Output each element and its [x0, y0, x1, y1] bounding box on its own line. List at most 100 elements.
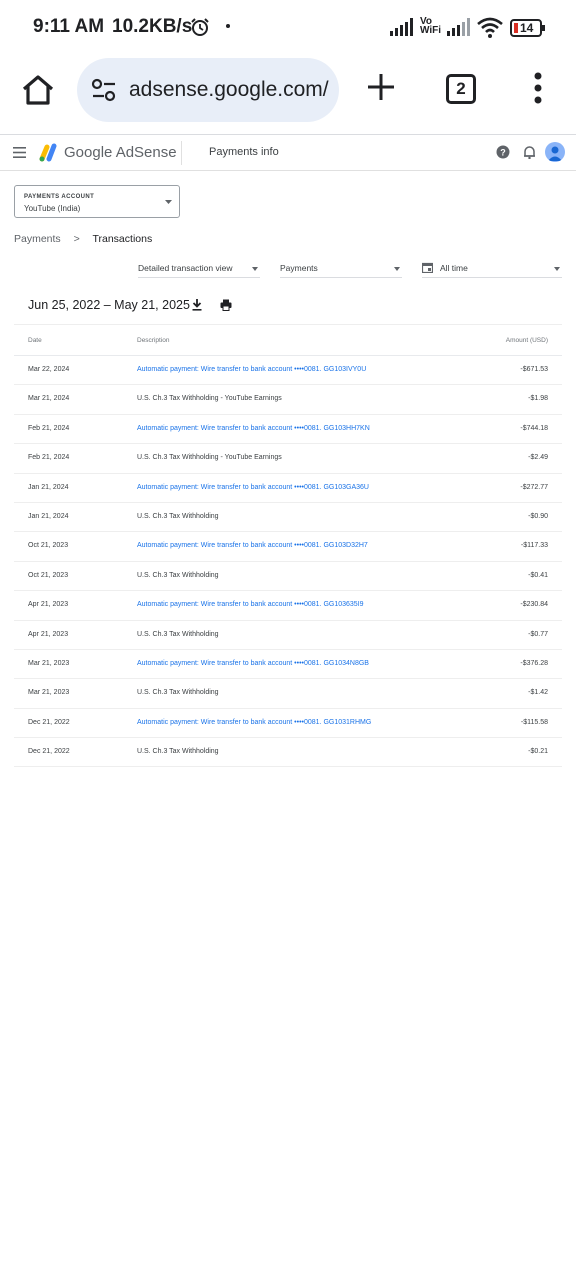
page-title: Payments info	[209, 146, 279, 158]
transaction-description-link[interactable]: Automatic payment: Wire transfer to bank…	[137, 719, 371, 726]
table-row: Jan 21, 2024 U.S. Ch.3 Tax Withholding -$0…	[14, 503, 562, 533]
vowifi-indicator: Vo WiFi	[420, 17, 442, 36]
url-bar[interactable]: adsense.google.com/	[77, 58, 339, 122]
transaction-description-link[interactable]: Automatic payment: Wire transfer to bank…	[137, 484, 369, 491]
help-icon[interactable]: ?	[496, 145, 510, 159]
transaction-amount: -$1.42	[528, 689, 548, 697]
transaction-description: U.S. Ch.3 Tax Withholding - YouTube Earn…	[137, 454, 282, 462]
table-row: Dec 21, 2022 U.S. Ch.3 Tax Withholding -$0…	[14, 738, 562, 768]
transaction-view-filter[interactable]: Detailed transaction view	[138, 260, 260, 278]
adsense-brand[interactable]: Google AdSense	[64, 144, 177, 161]
table-row: Apr 21, 2023 Automatic payment: Wire tran…	[14, 591, 562, 621]
transaction-description: U.S. Ch.3 Tax Withholding	[137, 689, 219, 697]
transaction-amount: -$671.53	[520, 366, 548, 373]
table-row: Apr 21, 2023 U.S. Ch.3 Tax Withholding -$0…	[14, 621, 562, 650]
transaction-amount: -$0.41	[528, 571, 548, 579]
transaction-date: Feb 21, 2024	[28, 454, 70, 462]
new-tab-icon[interactable]	[366, 72, 396, 102]
transaction-description-link[interactable]: Automatic payment: Wire transfer to bank…	[137, 425, 370, 432]
status-network-speed: 10.2KB/s	[112, 16, 193, 37]
transaction-type-value[interactable]: Payments	[280, 263, 318, 273]
payments-account-value[interactable]: YouTube (India)	[24, 204, 80, 213]
table-row: Mar 21, 2024 U.S. Ch.3 Tax Withholding - …	[14, 385, 562, 415]
transaction-amount: -$272.77	[520, 483, 548, 491]
dropdown-caret-icon[interactable]	[165, 200, 172, 204]
url-text[interactable]: adsense.google.com/	[129, 78, 329, 102]
breadcrumb-payments-link[interactable]: Payments	[14, 233, 61, 245]
vowifi-bottom-label: WiFi	[420, 25, 442, 36]
transaction-date: Oct 21, 2023	[28, 542, 69, 550]
transaction-view-value[interactable]: Detailed transaction view	[138, 263, 233, 273]
dropdown-caret-icon[interactable]	[394, 267, 400, 271]
table-row: Mar 22, 2024 Automatic payment: Wire tran…	[14, 356, 562, 386]
adsense-header: Google AdSense Payments info ?	[0, 135, 576, 171]
transaction-description-link[interactable]: Automatic payment: Wire transfer to bank…	[137, 366, 366, 373]
transaction-description-link[interactable]: Automatic payment: Wire transfer to bank…	[137, 542, 368, 549]
breadcrumb-separator-icon: >	[73, 233, 80, 245]
adsense-logo-icon[interactable]	[38, 142, 60, 162]
header-divider	[181, 141, 182, 165]
avatar[interactable]	[545, 142, 565, 162]
date-range-value[interactable]: All time	[440, 263, 468, 273]
more-options-icon[interactable]	[533, 72, 543, 104]
status-bar: 9:11 AM 10.2KB/s Vo WiFi 14	[0, 0, 576, 56]
breadcrumb-current: Transactions	[92, 233, 153, 245]
transaction-description: U.S. Ch.3 Tax Withholding	[137, 571, 219, 579]
download-icon[interactable]	[192, 299, 202, 311]
transaction-date: Mar 21, 2023	[28, 659, 70, 667]
transaction-description: U.S. Ch.3 Tax Withholding - YouTube Earn…	[137, 395, 282, 403]
column-header-date: Date	[28, 337, 42, 344]
transaction-date: Dec 21, 2022	[28, 718, 70, 726]
table-row: Feb 21, 2024 U.S. Ch.3 Tax Withholding - …	[14, 444, 562, 474]
svg-text:?: ?	[500, 148, 506, 158]
dropdown-caret-icon[interactable]	[252, 267, 258, 271]
transaction-date: Feb 21, 2024	[28, 424, 70, 432]
table-row: Feb 21, 2024 Automatic payment: Wire tran…	[14, 415, 562, 445]
battery-level: 14	[520, 21, 534, 35]
table-body: Mar 22, 2024 Automatic payment: Wire tran…	[14, 356, 562, 768]
transaction-description-link[interactable]: Automatic payment: Wire transfer to bank…	[137, 601, 364, 608]
transaction-date: Dec 21, 2022	[28, 748, 70, 756]
transaction-amount: -$376.28	[520, 659, 548, 667]
transaction-type-filter[interactable]: Payments	[280, 260, 402, 278]
transaction-amount: -$115.58	[520, 718, 548, 726]
transaction-date: Jan 21, 2024	[28, 512, 69, 520]
transaction-amount: -$744.18	[520, 424, 548, 432]
home-icon[interactable]	[20, 72, 56, 108]
transaction-description: U.S. Ch.3 Tax Withholding	[137, 630, 219, 638]
transaction-date: Apr 21, 2023	[28, 630, 69, 638]
table-header: Date Description Amount (USD)	[14, 325, 562, 356]
wifi-icon	[477, 17, 503, 38]
transaction-description: U.S. Ch.3 Tax Withholding	[137, 748, 219, 756]
tab-switcher-button[interactable]: 2	[446, 74, 476, 104]
payments-account-select[interactable]: PAYMENTS ACCOUNT YouTube (India)	[14, 185, 180, 218]
transaction-date: Mar 21, 2023	[28, 689, 70, 697]
breadcrumb: Payments > Transactions	[14, 233, 152, 247]
column-header-description: Description	[137, 337, 170, 344]
site-settings-icon[interactable]	[91, 78, 117, 102]
notifications-bell-icon[interactable]	[523, 145, 536, 159]
transaction-date: Mar 22, 2024	[28, 366, 70, 373]
transaction-description-link[interactable]: Automatic payment: Wire transfer to bank…	[137, 660, 369, 667]
payments-account-label: PAYMENTS ACCOUNT	[24, 194, 95, 200]
calendar-icon	[422, 262, 433, 273]
transaction-amount: -$2.49	[528, 454, 548, 462]
transaction-amount: -$1.98	[528, 395, 548, 403]
dropdown-caret-icon[interactable]	[554, 267, 560, 271]
hamburger-menu-icon[interactable]	[13, 147, 26, 158]
date-range-filter[interactable]: All time	[422, 260, 562, 278]
alarm-icon	[191, 18, 209, 36]
cell-signal-2-icon	[447, 18, 470, 36]
print-icon[interactable]	[220, 299, 232, 311]
table-row: Oct 21, 2023 U.S. Ch.3 Tax Withholding -$0…	[14, 562, 562, 592]
table-row: Mar 21, 2023 Automatic payment: Wire tran…	[14, 650, 562, 680]
transaction-date: Oct 21, 2023	[28, 571, 69, 579]
status-time: 9:11 AM	[33, 16, 105, 37]
table-row: Mar 21, 2023 U.S. Ch.3 Tax Withholding -$1…	[14, 679, 562, 709]
date-range-heading: Jun 25, 2022 – May 21, 2025	[28, 298, 190, 312]
cell-signal-icon	[390, 18, 413, 36]
battery-indicator: 14	[510, 18, 546, 38]
transactions-table: Date Description Amount (USD) Mar 22, 20…	[14, 324, 562, 768]
transaction-amount: -$230.84	[520, 601, 548, 609]
table-row: Jan 21, 2024 Automatic payment: Wire tran…	[14, 474, 562, 503]
